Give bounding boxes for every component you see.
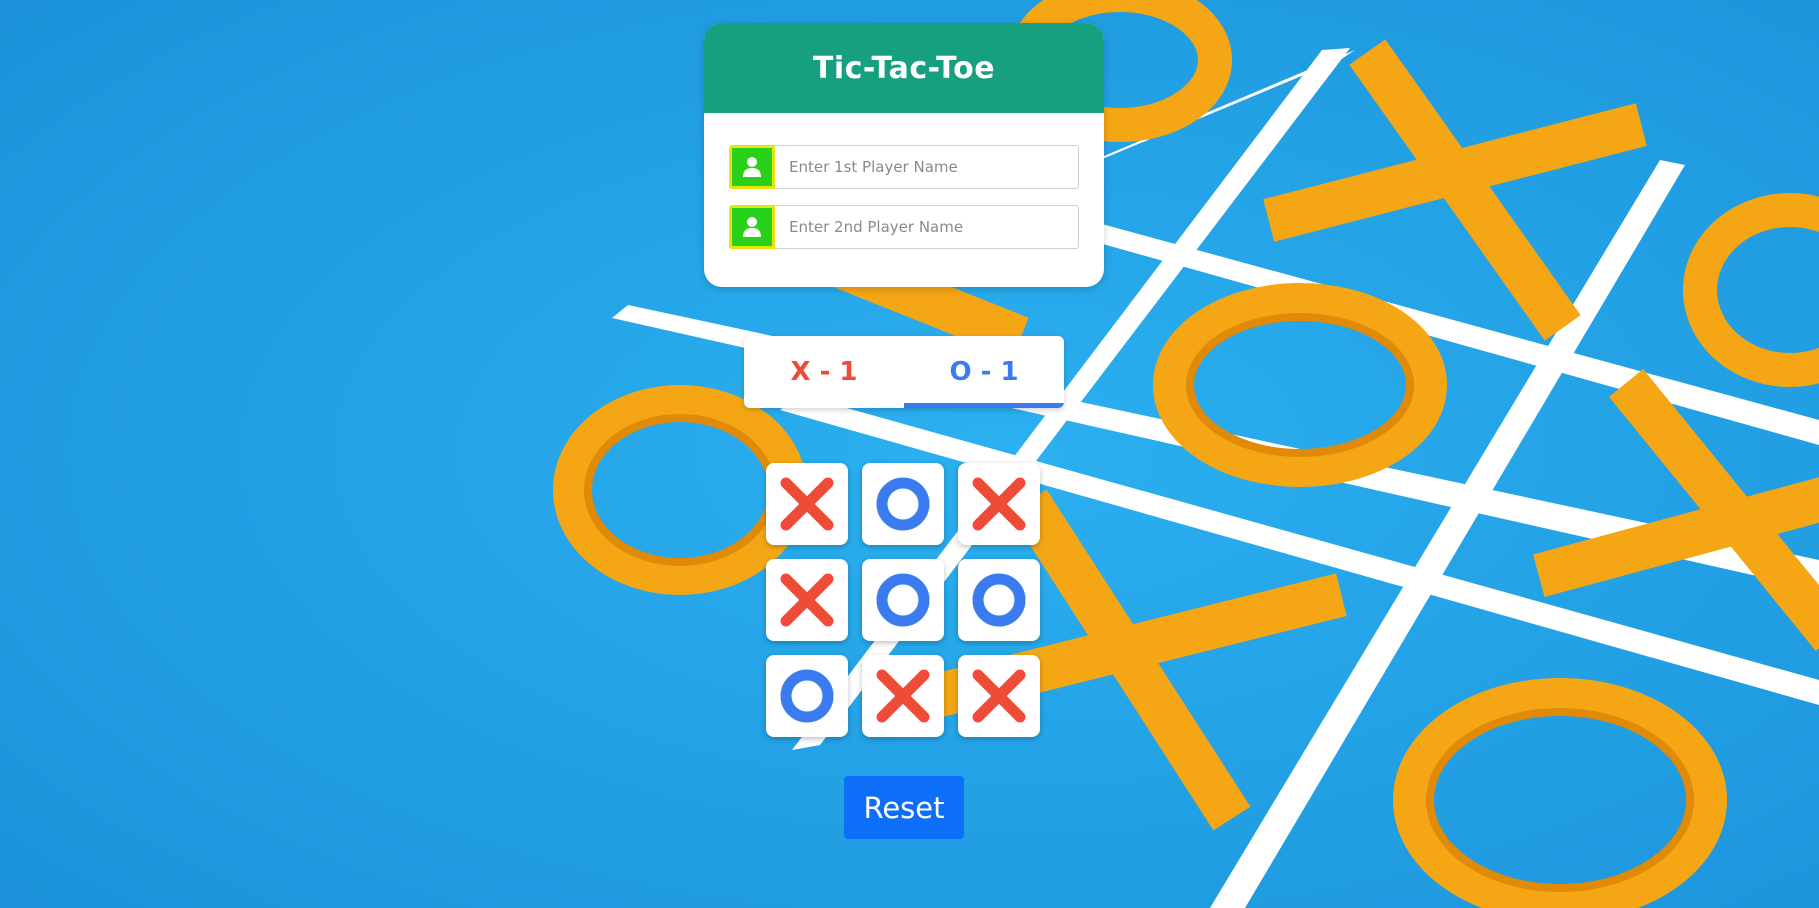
player2-name-input[interactable] xyxy=(775,205,1079,249)
page-title: Tic-Tac-Toe xyxy=(812,50,996,86)
player1-name-input[interactable] xyxy=(775,145,1079,189)
score-o-label: O - 1 xyxy=(949,357,1019,387)
board-cell[interactable] xyxy=(766,655,848,737)
player1-input-group xyxy=(729,145,1079,189)
board-cell[interactable] xyxy=(958,463,1040,545)
board-cell[interactable] xyxy=(862,463,944,545)
player2-input-group xyxy=(729,205,1079,249)
player-setup-card: Tic-Tac-Toe xyxy=(704,23,1104,287)
x-mark-icon xyxy=(972,669,1026,723)
player-inputs xyxy=(704,113,1104,249)
board-cell[interactable] xyxy=(766,463,848,545)
score-x-label: X - 1 xyxy=(790,357,858,387)
board-cell[interactable] xyxy=(862,655,944,737)
score-o-tab[interactable]: O - 1 xyxy=(904,336,1064,408)
score-bar: X - 1 O - 1 xyxy=(744,336,1064,408)
score-x-tab[interactable]: X - 1 xyxy=(744,336,904,408)
reset-button[interactable]: Reset xyxy=(844,776,964,839)
o-mark-icon xyxy=(876,477,930,531)
o-mark-icon xyxy=(972,573,1026,627)
x-mark-icon xyxy=(876,669,930,723)
board-cell[interactable] xyxy=(862,559,944,641)
x-mark-icon xyxy=(972,477,1026,531)
o-mark-icon xyxy=(780,669,834,723)
board-cell[interactable] xyxy=(958,655,1040,737)
user-icon xyxy=(729,205,775,249)
game-board xyxy=(766,463,1041,737)
x-mark-icon xyxy=(780,573,834,627)
o-mark-icon xyxy=(876,573,930,627)
board-cell[interactable] xyxy=(766,559,848,641)
board-cell[interactable] xyxy=(958,559,1040,641)
x-mark-icon xyxy=(780,477,834,531)
card-header: Tic-Tac-Toe xyxy=(704,23,1104,113)
user-icon xyxy=(729,145,775,189)
